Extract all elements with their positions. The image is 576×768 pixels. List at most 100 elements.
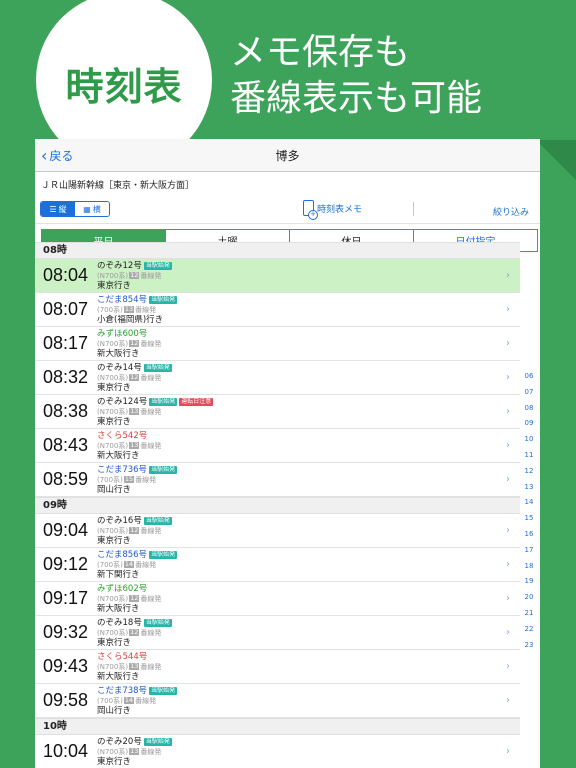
departure-time: 08:07 (43, 299, 89, 319)
train-name: みずほ602号 (97, 583, 148, 594)
filter-button[interactable]: 絞り込み (493, 205, 529, 218)
timetable-memo-button[interactable]: 時刻表メモ (303, 200, 363, 220)
hour-index-item[interactable]: 09 (519, 416, 539, 432)
track-line: (N700系) 12 番線発 (97, 628, 172, 638)
train-name: みずほ600号 (97, 328, 148, 339)
departure-info: のぞみ14号 当駅始発 (N700系) 12 番線発 東京行き (97, 363, 172, 393)
train-name: のぞみ18号 (97, 617, 142, 628)
vertical-layout-button[interactable]: ☰ 縦 (41, 202, 75, 216)
hour-index-item[interactable]: 16 (519, 527, 539, 543)
hour-header: 10時 (35, 718, 520, 735)
memo-label: 時刻表メモ (317, 204, 363, 215)
origin-badge: 当駅始発 (149, 686, 178, 695)
train-line: のぞみ18号 当駅始発 (97, 618, 172, 628)
hour-index-item[interactable]: 23 (519, 638, 539, 654)
track-number: 14 (123, 696, 135, 704)
car-type: (700系) (97, 696, 123, 705)
chevron-right-icon: › (506, 746, 510, 757)
car-type: (700系) (97, 560, 123, 569)
departure-row[interactable]: 08:59 こだま736号 当駅始発 (700系) 15 番線発 岡山行き › (35, 463, 520, 497)
chevron-right-icon: › (506, 661, 510, 672)
departure-time: 08:43 (43, 435, 89, 455)
hero-caption-line2: 番線表示も可能 (230, 78, 483, 119)
departure-time: 09:17 (43, 588, 89, 608)
hour-index-item[interactable]: 14 (519, 495, 539, 511)
destination: 新大阪行き (97, 348, 140, 359)
hour-index-item[interactable]: 19 (519, 574, 539, 590)
car-type: (N700系) (97, 628, 129, 637)
train-name: のぞみ16号 (97, 515, 142, 526)
hour-index-item[interactable]: 06 (519, 369, 539, 385)
hour-index-item[interactable]: 15 (519, 511, 539, 527)
track-line: (N700系) 12 番線発 (97, 339, 161, 349)
departure-info: のぞみ16号 当駅始発 (N700系) 12 番線発 東京行き (97, 516, 172, 546)
hour-index-item[interactable]: 11 (519, 448, 539, 464)
car-type: (N700系) (97, 526, 129, 535)
destination: 東京行き (97, 416, 132, 427)
hour-index: 06 07 08 09 10 11 12 13 14 15 16 17 18 19 20 21 22 23 (519, 369, 539, 653)
departure-row[interactable]: 09:17 みずほ602号 (N700系) 12 番線発 新大阪行き › (35, 582, 520, 616)
departure-row[interactable]: 08:43 さくら542号 (N700系) 13 番線発 新大阪行き › (35, 429, 520, 463)
departure-time: 08:17 (43, 333, 89, 353)
departure-info: こだま738号 当駅始発 (700系) 14 番線発 岡山行き (97, 686, 178, 716)
track-suffix: 番線発 (140, 662, 162, 671)
track-number: 13 (129, 407, 140, 415)
track-number: 13 (129, 747, 140, 755)
departure-row[interactable]: 08:32 のぞみ14号 当駅始発 (N700系) 12 番線発 東京行き › (35, 361, 520, 395)
toolbar: ☰ 縦 ▦ 横 時刻表メモ 絞り込み (35, 194, 540, 224)
train-line: さくら542号 (97, 431, 161, 441)
track-number: 12 (129, 526, 140, 534)
hour-index-item[interactable]: 22 (519, 622, 539, 638)
origin-badge: 当駅始発 (143, 516, 172, 525)
departure-row[interactable]: 09:32 のぞみ18号 当駅始発 (N700系) 12 番線発 東京行き › (35, 616, 520, 650)
timetable-list: 08時 08:04 のぞみ12号 当駅始発 (N700系) 12 番線発 東京行き › 08:07… (35, 242, 520, 768)
departure-info: こだま736号 当駅始発 (700系) 15 番線発 岡山行き (97, 465, 178, 495)
car-type: (N700系) (97, 407, 129, 416)
hour-index-item[interactable]: 13 (519, 480, 539, 496)
car-type: (N700系) (97, 594, 129, 603)
hour-index-item[interactable]: 20 (519, 590, 539, 606)
departure-row[interactable]: 08:38 のぞみ124号 当駅始発 運転日注意 (N700系) 13 番線発 東京行き › (35, 395, 520, 429)
destination: 東京行き (97, 756, 132, 767)
horizontal-layout-button[interactable]: ▦ 横 (75, 202, 109, 216)
departure-row[interactable]: 09:12 こだま856号 当駅始発 (700系) 14 番線発 新下関行き › (35, 548, 520, 582)
track-suffix: 番線発 (135, 305, 157, 314)
track-number: 12 (129, 339, 140, 347)
vertical-label: 縦 (58, 204, 67, 214)
track-number: 15 (123, 475, 135, 483)
track-line: (N700系) 12 番線発 (97, 373, 172, 383)
track-suffix: 番線発 (140, 594, 162, 603)
departure-row[interactable]: 08:17 みずほ600号 (N700系) 12 番線発 新大阪行き › (35, 327, 520, 361)
track-suffix: 番線発 (135, 475, 157, 484)
hour-index-item[interactable]: 10 (519, 432, 539, 448)
train-line: のぞみ16号 当駅始発 (97, 516, 172, 526)
hour-index-item[interactable]: 12 (519, 464, 539, 480)
hour-index-item[interactable]: 18 (519, 559, 539, 575)
departure-row[interactable]: 09:43 さくら544号 (N700系) 13 番線発 新大阪行き › (35, 650, 520, 684)
track-line: (700系) 15 番線発 (97, 475, 177, 485)
hour-index-item[interactable]: 17 (519, 543, 539, 559)
hour-index-item[interactable]: 07 (519, 385, 539, 401)
track-suffix: 番線発 (140, 526, 162, 535)
hour-index-item[interactable]: 21 (519, 606, 539, 622)
departure-row[interactable]: 08:04 のぞみ12号 当駅始発 (N700系) 12 番線発 東京行き › (35, 259, 520, 293)
departure-row[interactable]: 09:58 こだま738号 当駅始発 (700系) 14 番線発 岡山行き › (35, 684, 520, 718)
track-line: (700系) 14 番線発 (97, 696, 177, 706)
track-suffix: 番線発 (140, 747, 162, 756)
departure-time: 08:59 (43, 469, 89, 489)
origin-badge: 当駅始発 (143, 261, 172, 270)
departure-row[interactable]: 10:04 のぞみ20号 当駅始発 (N700系) 13 番線発 東京行き › (35, 735, 520, 768)
train-name: のぞみ14号 (97, 362, 142, 373)
hour-index-item[interactable]: 08 (519, 401, 539, 417)
train-name: さくら542号 (97, 430, 148, 441)
train-name: さくら544号 (97, 651, 148, 662)
back-button[interactable]: ‹ 戻る (41, 147, 73, 164)
track-number: 12 (129, 594, 140, 602)
track-suffix: 番線発 (140, 271, 162, 280)
car-type: (N700系) (97, 271, 129, 280)
destination: 東京行き (97, 637, 132, 648)
track-suffix: 番線発 (140, 441, 162, 450)
car-type: (N700系) (97, 339, 129, 348)
departure-row[interactable]: 09:04 のぞみ16号 当駅始発 (N700系) 12 番線発 東京行き › (35, 514, 520, 548)
departure-row[interactable]: 08:07 こだま854号 当駅始発 (700系) 13 番線発 小倉(福岡県)行き › (35, 293, 520, 327)
